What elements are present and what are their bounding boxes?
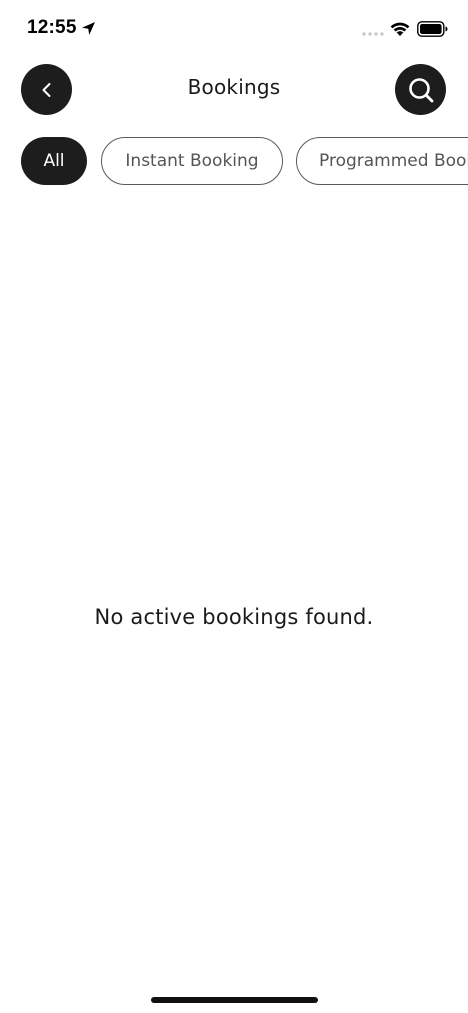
filter-chip-programmed-bookings[interactable]: Programmed Bookings: [296, 137, 468, 185]
location-arrow-icon: [82, 22, 95, 35]
filter-chip-label: Programmed Bookings: [319, 151, 468, 171]
cellular-signal-icon: [362, 32, 384, 36]
wifi-icon: [390, 22, 410, 36]
back-button[interactable]: [21, 64, 72, 115]
search-button[interactable]: [395, 64, 446, 115]
filter-chip-label: Instant Booking: [125, 151, 259, 171]
filter-chip-all[interactable]: All: [21, 137, 87, 185]
home-indicator: [151, 997, 318, 1003]
filter-chip-instant-booking[interactable]: Instant Booking: [101, 137, 283, 185]
chevron-left-icon: [42, 82, 50, 97]
status-time: 12:55: [27, 17, 77, 38]
status-bar: 12:55: [0, 0, 468, 58]
empty-state-message: No active bookings found.: [94, 605, 374, 629]
filter-chip-row: All Instant Booking Programmed Bookings: [0, 136, 468, 188]
search-icon: [408, 77, 433, 102]
battery-icon: [417, 21, 448, 37]
filter-chip-label: All: [43, 151, 65, 171]
page-title: Bookings: [187, 75, 281, 99]
